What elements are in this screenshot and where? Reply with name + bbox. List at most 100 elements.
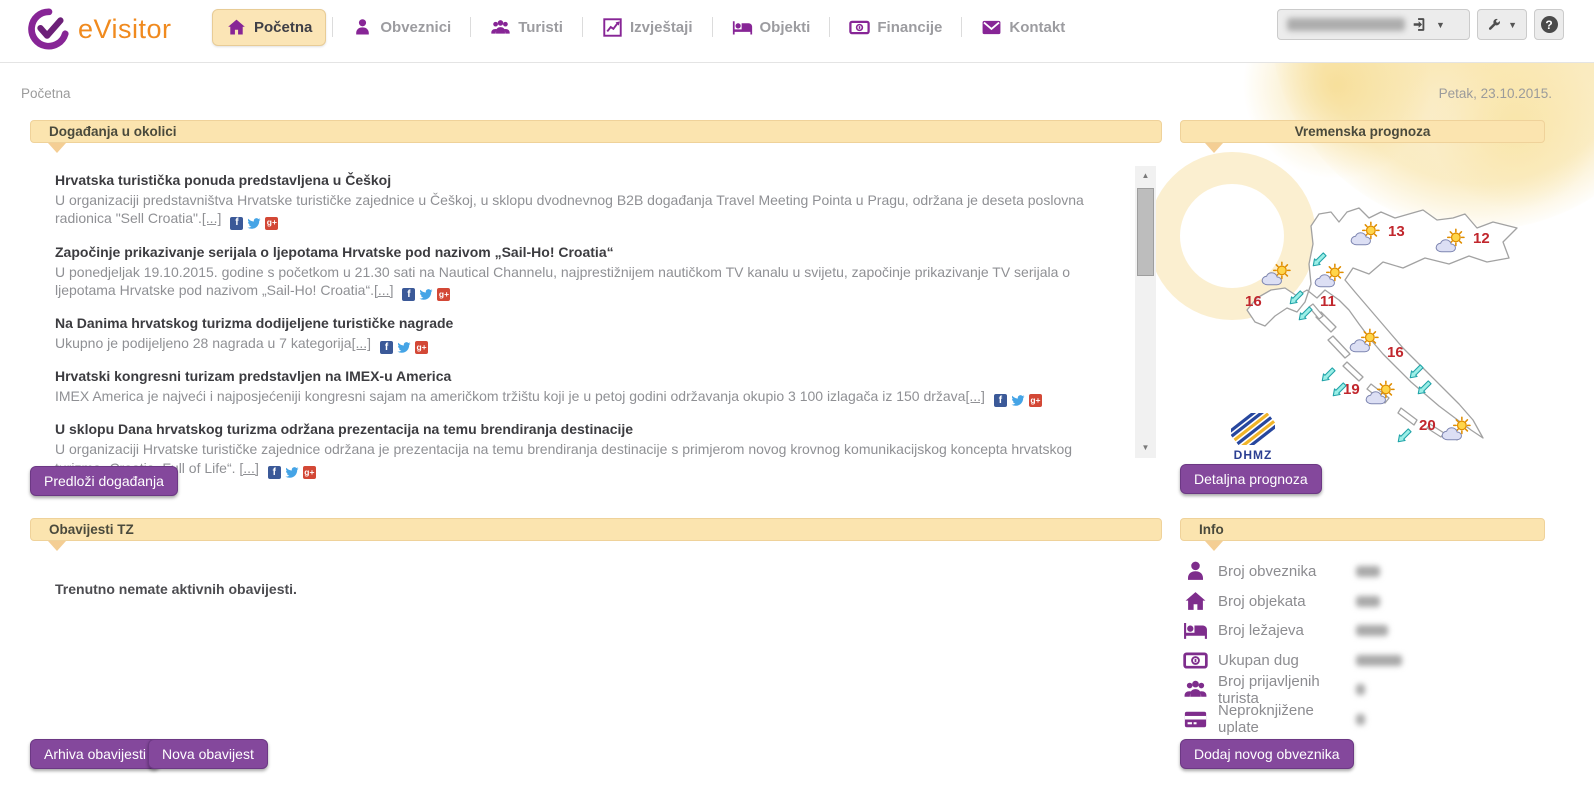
card-icon [1183,707,1208,732]
news-text: Ukupno je podijeljeno 28 nagrada u 7 kat… [55,335,352,351]
temperature-label: 16 [1387,344,1404,361]
info-label: Neproknjižene uplate [1218,702,1350,736]
news-item: Započinje prikazivanje serijala o ljepot… [55,244,1103,302]
new-notice-button[interactable]: Nova obavijest [148,739,268,769]
dhmz-logo: DHMZ [1227,413,1279,462]
social-share: f g+ [994,394,1042,407]
news-item: Hrvatski kongresni turizam predstavljen … [55,368,1103,407]
chevron-down-icon: ▼ [1436,20,1445,30]
nav-label: Obveznici [380,19,451,36]
facebook-icon[interactable]: f [994,394,1007,407]
info-stats: Broj obveznika Broj objekata Broj ležaje… [1180,557,1545,734]
suncloud-icon [1435,228,1469,253]
home-icon [226,17,247,38]
wind-arrow-icon [1416,378,1434,396]
person-icon [352,17,373,38]
scrollbar[interactable]: ▲ ▼ [1135,166,1156,458]
info-row: Broj objekata [1180,587,1545,617]
news-body: IMEX America je najveći i najposjećeniji… [55,387,1103,407]
twitter-icon[interactable] [397,341,411,354]
nav-tab-kontakt[interactable]: Kontakt [968,10,1078,45]
news-title: Hrvatski kongresni turizam predstavljen … [55,368,1103,384]
chart-icon [602,17,623,38]
suncloud-icon [1350,221,1384,246]
news-text: IMEX America je najveći i najposjećeniji… [55,388,965,404]
help-button[interactable]: ? [1534,9,1564,40]
news-title: Hrvatska turistička ponuda predstavljena… [55,172,1103,188]
news-item: Hrvatska turistička ponuda predstavljena… [55,172,1103,230]
facebook-icon[interactable]: f [268,466,281,479]
chevron-down-icon: ▼ [1508,20,1517,30]
info-panel-header: Info [1180,518,1545,541]
logo-text: eVisitor [78,14,172,45]
scroll-up-arrow[interactable]: ▲ [1135,168,1156,184]
nav-tab-obveznici[interactable]: Obveznici [339,10,464,45]
news-more-link[interactable]: [...] [239,460,258,476]
scroll-down-arrow[interactable]: ▼ [1135,440,1156,456]
info-row: Ukupan dug [1180,646,1545,676]
nav-divider [961,17,962,37]
breadcrumb: Početna [21,86,71,101]
nav-label: Objekti [760,19,811,36]
user-menu-button[interactable]: ▼ [1277,9,1470,40]
info-label: Broj ležajeva [1218,622,1350,639]
nav-divider [332,17,333,37]
notices-archive-button[interactable]: Arhiva obavijesti [30,739,160,769]
suncloud-icon [1349,328,1383,353]
nav-label: Izvještaji [630,19,693,36]
bed-icon [1183,618,1208,643]
nav-label: Financije [877,19,942,36]
current-date: Petak, 23.10.2015. [1439,86,1552,101]
nav-tab-izvjestaji[interactable]: Izvještaji [589,10,706,45]
social-share: f g+ [230,217,278,230]
temperature-label: 12 [1473,230,1490,247]
news-more-link[interactable]: [...] [202,210,221,226]
notices-empty-message: Trenutno nemate aktivnih obavijesti. [55,581,297,597]
info-value-blurred [1356,566,1380,577]
panel-pointer [1205,143,1223,153]
facebook-icon[interactable]: f [402,288,415,301]
info-value-blurred [1356,655,1402,666]
googleplus-icon[interactable]: g+ [437,288,450,301]
twitter-icon[interactable] [419,288,433,301]
news-more-link[interactable]: [...] [374,282,393,298]
googleplus-icon[interactable]: g+ [415,341,428,354]
nav-tab-pocetna[interactable]: Početna [212,9,326,46]
wind-arrow-icon [1331,380,1349,398]
info-row: Broj prijavljenih turista [1180,675,1545,705]
news-more-link[interactable]: [...] [965,388,984,404]
scrollbar-thumb[interactable] [1137,188,1154,276]
twitter-icon[interactable] [247,217,261,230]
googleplus-icon[interactable]: g+ [265,217,278,230]
info-label: Ukupan dug [1218,652,1350,669]
googleplus-icon[interactable]: g+ [303,466,316,479]
twitter-icon[interactable] [1011,394,1025,407]
news-body: U organizaciji Hrvatske turističke zajed… [55,440,1103,479]
settings-button[interactable]: ▼ [1477,9,1527,40]
evisitor-logo[interactable]: eVisitor [28,8,172,50]
navbar: eVisitor Početna Obveznici Turisti Izvje… [0,0,1594,63]
twitter-icon[interactable] [285,466,299,479]
nav-label: Turisti [518,19,563,36]
nav-tab-objekti[interactable]: Objekti [719,10,824,45]
detailed-forecast-button[interactable]: Detaljna prognoza [1180,464,1322,494]
add-obveznik-button[interactable]: Dodaj novog obveznika [1180,739,1354,769]
facebook-icon[interactable]: f [380,341,393,354]
nav-divider [470,17,471,37]
wind-arrow-icon [1311,250,1329,268]
wrench-icon [1487,16,1501,33]
temperature-label: 13 [1388,223,1405,240]
weather-map: 13 12 16 11 16 19 20 DHMZ [1225,170,1525,462]
googleplus-icon[interactable]: g+ [1029,394,1042,407]
propose-events-button[interactable]: Predloži događanja [30,466,178,496]
news-more-link[interactable]: [...] [352,335,371,351]
nav-tab-turisti[interactable]: Turisti [477,10,576,45]
news-title: Započinje prikazivanje serijala o ljepot… [55,244,1103,260]
nav-tab-financije[interactable]: Financije [836,10,955,45]
notices-panel-header: Obavijesti TZ [30,518,1162,541]
info-label: Broj objekata [1218,593,1350,610]
facebook-icon[interactable]: f [230,217,243,230]
news-item: U sklopu Dana hrvatskog turizma održana … [55,421,1103,479]
news-text: U ponedjeljak 19.10.2015. godine s počet… [55,264,1070,298]
events-panel-header: Događanja u okolici [30,120,1162,143]
